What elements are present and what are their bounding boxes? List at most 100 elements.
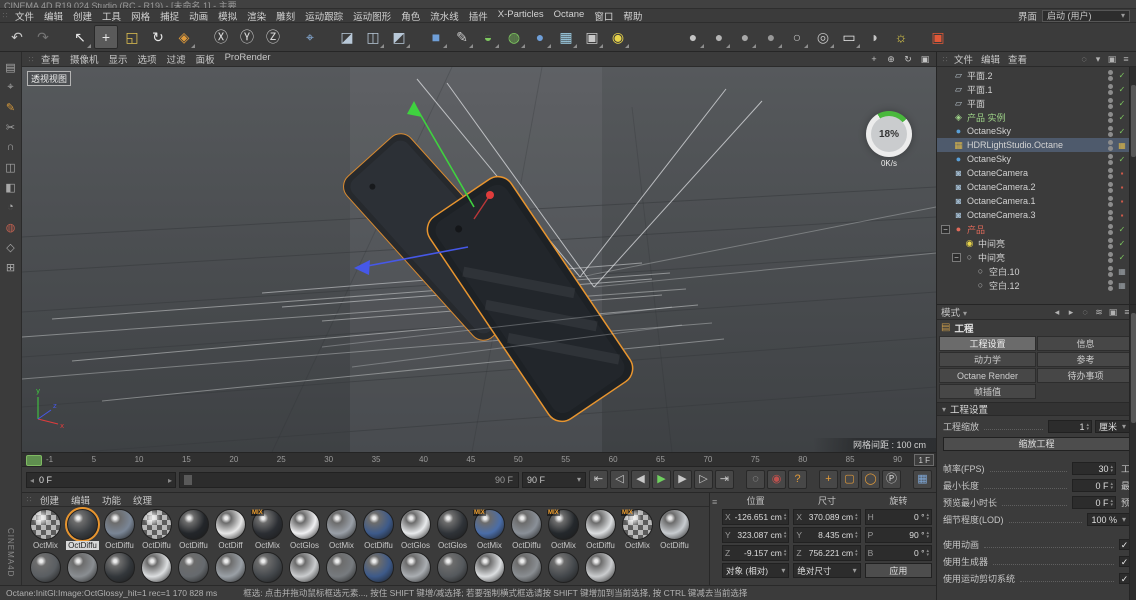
object-state-icon[interactable]: ▦ <box>1116 141 1128 150</box>
expander-icon[interactable] <box>941 127 950 136</box>
material-item[interactable]: OctGlos <box>435 509 470 550</box>
object-state-icon[interactable]: ▦ <box>1116 267 1128 276</box>
apply-button[interactable]: 应用 <box>864 563 932 578</box>
render-view-icon[interactable]: ◪ <box>335 25 359 49</box>
filter-icon[interactable]: ≋ <box>1094 307 1104 318</box>
motion-system-button[interactable]: ▦ <box>913 470 932 489</box>
attribute-tab[interactable]: 信息 <box>1037 336 1134 351</box>
attribute-tab[interactable]: Octane Render <box>939 368 1036 383</box>
add-spline-icon[interactable]: ✎ <box>450 25 474 49</box>
object-state-icon[interactable]: ▪ <box>1116 211 1128 220</box>
record-parameter-button[interactable]: Ⓟ <box>882 470 901 489</box>
material-item[interactable]: MIX OctMix <box>250 509 285 550</box>
material-item[interactable] <box>213 552 248 583</box>
size-mode-select[interactable]: 绝对尺寸 <box>793 563 861 578</box>
preview-min-input[interactable]: 0 F <box>1072 496 1116 509</box>
expander-icon[interactable] <box>963 281 972 290</box>
expander-icon[interactable]: − <box>941 224 950 234</box>
lock-y-icon[interactable]: Ⓨ <box>235 25 259 49</box>
redo-icon[interactable]: ↷ <box>31 25 55 49</box>
object-type-icon[interactable]: ○ <box>975 280 986 290</box>
material-item[interactable] <box>509 552 544 583</box>
visibility-dots[interactable] <box>1108 251 1113 263</box>
object-row[interactable]: ▦ HDRLightStudio.Octane ▦ <box>937 138 1136 152</box>
add-volume-icon[interactable]: ● <box>528 25 552 49</box>
drag-grip-icon[interactable] <box>940 55 950 64</box>
menu-item[interactable]: 文件 <box>10 9 39 23</box>
timeline-slider-handle[interactable] <box>184 474 192 485</box>
object-state-icon[interactable]: ▪ <box>1116 197 1128 206</box>
object-row[interactable]: ▱ 平面.1 ✓ <box>937 82 1136 96</box>
rotation-h-input[interactable]: H0 ° <box>864 509 932 525</box>
last-tool-icon[interactable]: ◈ <box>172 25 196 49</box>
axis-mode-icon[interactable]: ⌖ <box>2 77 20 97</box>
next-key-button[interactable]: ▷ <box>694 470 713 489</box>
attribute-tab[interactable]: 帧插值 <box>939 384 1036 399</box>
sun-light-icon[interactable]: ☼ <box>889 25 913 49</box>
view-mode-icon[interactable]: ▾ <box>1093 54 1103 65</box>
display-hiddenline-icon[interactable]: ● <box>759 25 783 49</box>
record-button[interactable]: ◌ <box>746 470 765 489</box>
attribute-tab[interactable]: 动力学 <box>939 352 1036 367</box>
material-item[interactable] <box>176 552 211 583</box>
object-state-icon[interactable]: ✓ <box>1116 85 1128 94</box>
visibility-dots[interactable] <box>1108 223 1113 235</box>
object-row[interactable]: ◉ 中间亮 ✓ <box>937 236 1136 250</box>
material-item[interactable] <box>28 552 63 583</box>
spinner-icon[interactable] <box>1110 499 1113 507</box>
object-type-icon[interactable]: ◙ <box>953 168 964 178</box>
menu-item[interactable]: 网格 <box>126 9 155 23</box>
display-gouraud-icon[interactable]: ● <box>681 25 705 49</box>
material-item[interactable]: OctDiffu <box>139 509 174 550</box>
visibility-dots[interactable] <box>1108 265 1113 277</box>
visibility-dots[interactable] <box>1108 209 1113 221</box>
object-state-icon[interactable]: ▦ <box>1116 281 1128 290</box>
material-item[interactable]: OctMix <box>28 509 63 550</box>
material-item[interactable] <box>398 552 433 583</box>
timeline-scrubber[interactable] <box>26 455 42 466</box>
timeline-range-badge[interactable]: 1 F <box>914 454 934 466</box>
object-type-icon[interactable]: ● <box>953 224 964 234</box>
lock-x-icon[interactable]: Ⓧ <box>209 25 233 49</box>
coordinates-menu-icon[interactable]: ≡ <box>712 497 717 507</box>
record-rotation-button[interactable]: ◯ <box>861 470 880 489</box>
prev-frame-button[interactable]: ◀ <box>631 470 650 489</box>
expander-icon[interactable]: − <box>952 252 961 262</box>
material-menu-item[interactable]: 纹理 <box>127 493 158 507</box>
menu-item[interactable]: 渲染 <box>242 9 271 23</box>
spinner-icon[interactable] <box>855 513 858 521</box>
spinner-icon[interactable] <box>784 513 787 521</box>
octane-live-viewer-icon[interactable]: ▣ <box>926 25 950 49</box>
visibility-dots[interactable] <box>1108 153 1113 165</box>
material-menu-item[interactable]: 创建 <box>34 493 65 507</box>
object-type-icon[interactable]: ◉ <box>964 238 975 249</box>
coordinate-mode-select[interactable]: 对象 (相对) <box>722 563 790 578</box>
history-back-icon[interactable]: ◂ <box>1052 307 1062 318</box>
visibility-dots[interactable] <box>1108 181 1113 193</box>
prev-key-button[interactable]: ◁ <box>610 470 629 489</box>
material-item[interactable] <box>546 552 581 583</box>
expander-icon[interactable] <box>941 211 950 220</box>
drag-grip-icon[interactable] <box>26 55 36 64</box>
object-row[interactable]: ◙ OctaneCamera ▪ <box>937 166 1136 180</box>
object-state-icon[interactable]: ✓ <box>1116 71 1128 80</box>
brush-icon[interactable]: ✎ <box>2 97 20 117</box>
half-sphere-icon[interactable]: ◗ <box>863 25 887 49</box>
material-item[interactable] <box>583 552 618 583</box>
record-scale-button[interactable]: ▢ <box>840 470 859 489</box>
visibility-dots[interactable] <box>1108 195 1113 207</box>
object-type-icon[interactable]: ◈ <box>953 112 964 123</box>
object-state-icon[interactable]: ✓ <box>1116 225 1128 234</box>
visibility-dots[interactable] <box>1108 111 1113 123</box>
viewport-menu-item[interactable]: 面板 <box>191 52 220 66</box>
object-state-icon[interactable]: ✓ <box>1116 99 1128 108</box>
material-item[interactable]: OctDiffu <box>509 509 544 550</box>
material-item[interactable]: MIX OctMix <box>472 509 507 550</box>
add-light-icon[interactable]: ◉ <box>606 25 630 49</box>
material-item[interactable] <box>361 552 396 583</box>
expander-icon[interactable] <box>941 85 950 94</box>
menu-item[interactable]: Octane <box>549 9 590 23</box>
viewport-menu-item[interactable]: 显示 <box>104 52 133 66</box>
menu-item[interactable]: 编辑 <box>39 9 68 23</box>
viewport-menu-item[interactable]: 查看 <box>36 52 65 66</box>
